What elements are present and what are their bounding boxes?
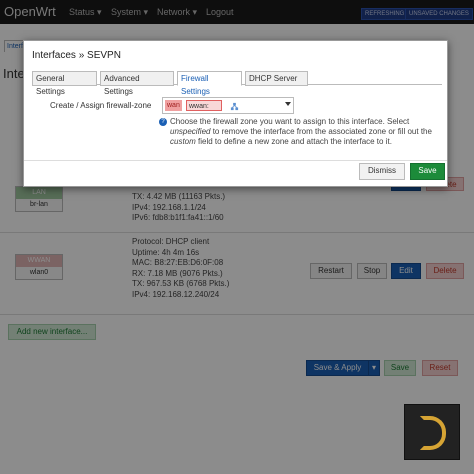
modal-footer-divider: [24, 160, 447, 161]
help-text-part: field to define a new zone and attach th…: [195, 137, 392, 146]
tab-general-settings[interactable]: General Settings: [32, 71, 97, 96]
firewall-zone-select[interactable]: wan wwan:: [162, 97, 294, 114]
modal-tabbar: General Settings Advanced Settings Firew…: [32, 69, 442, 96]
help-text-part: to remove the interface from the associa…: [210, 127, 432, 136]
help-text-emphasis: unspecified: [170, 127, 211, 136]
help-text-part: Choose the firewall zone you want to ass…: [170, 117, 410, 126]
firewall-zone-label: Create / Assign firewall-zone: [50, 101, 152, 110]
chevron-down-icon[interactable]: [285, 102, 291, 106]
save-button[interactable]: Save: [410, 163, 445, 180]
help-icon: ?: [159, 118, 167, 126]
interface-edit-modal: Interfaces » SEVPN General Settings Adva…: [23, 40, 448, 187]
dismiss-button[interactable]: Dismiss: [359, 163, 405, 180]
modal-title: Interfaces » SEVPN: [32, 50, 121, 61]
d-logo-icon: [420, 416, 446, 450]
help-text-emphasis: custom: [170, 137, 196, 146]
zone-chip-wwan-label: wwan:: [189, 103, 209, 110]
corner-logo: [404, 404, 460, 460]
zone-chip-wan: wan: [165, 100, 182, 111]
tab-firewall-settings[interactable]: Firewall Settings: [177, 71, 242, 96]
tab-dhcp-server[interactable]: DHCP Server: [245, 71, 308, 86]
zone-chip-wwan: wwan:: [186, 100, 239, 111]
firewall-zone-help-text: Choose the firewall zone you want to ass…: [170, 117, 445, 147]
network-icon: [230, 102, 239, 111]
tab-advanced-settings[interactable]: Advanced Settings: [100, 71, 174, 96]
